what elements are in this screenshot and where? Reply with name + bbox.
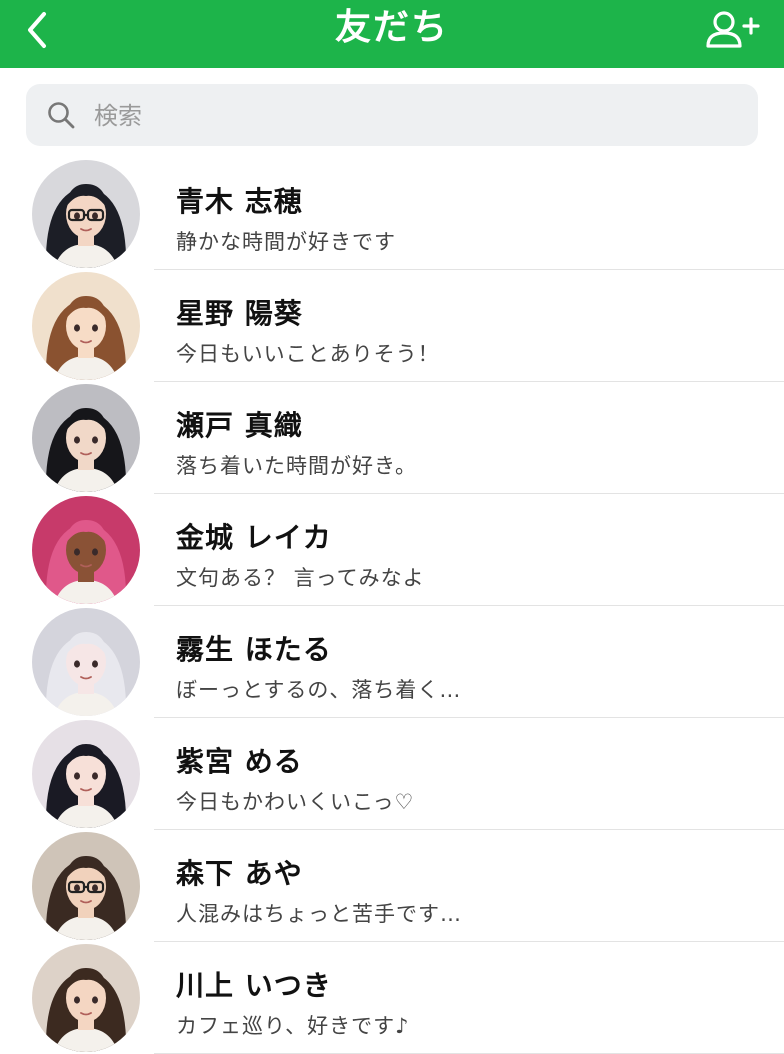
avatar[interactable] <box>32 720 140 828</box>
friend-name: 森下 あや <box>176 857 303 890</box>
friend-row[interactable]: 金城 レイカ文句ある？ 言ってみなよ <box>0 494 784 606</box>
friend-status-message: カフェ巡り、好きです♪ <box>176 1014 410 1038</box>
search-icon <box>48 102 75 129</box>
avatar[interactable] <box>32 160 140 268</box>
friend-name: 青木 志穂 <box>176 185 303 218</box>
avatar[interactable] <box>32 496 140 604</box>
friend-row[interactable]: 霧生 ほたるぼーっとするの、落ち着く… <box>0 606 784 718</box>
friend-row[interactable]: 星野 陽葵今日もいいことありそう！ <box>0 270 784 382</box>
friend-status-message: 今日もかわいくいこっ♡ <box>176 790 415 814</box>
avatar[interactable] <box>32 832 140 940</box>
add-friend-icon <box>706 11 760 48</box>
friend-status-message: 落ち着いた時間が好き。 <box>176 454 417 478</box>
friend-status-message: 文句ある？ 言ってみなよ <box>176 566 425 590</box>
search-input[interactable] <box>92 84 696 148</box>
avatar[interactable] <box>32 608 140 716</box>
friend-name: 紫宮 める <box>176 745 303 778</box>
friend-row[interactable]: 青木 志穂静かな時間が好きです <box>0 158 784 270</box>
friend-row[interactable]: 紫宮 める今日もかわいくいこっ♡ <box>0 718 784 830</box>
search-bar[interactable] <box>26 84 758 148</box>
friend-status-message: 人混みはちょっと苦手です… <box>176 902 462 926</box>
app-header: 友だち <box>0 0 784 68</box>
avatar[interactable] <box>32 944 140 1052</box>
friend-row[interactable]: 川上 いつきカフェ巡り、好きです♪ <box>0 942 784 1054</box>
friend-list: 青木 志穂 静かな時間が好きです 星野 陽葵 今日もいいことありそう！ 瀬戸 真… <box>0 158 784 1054</box>
friend-name: 星野 陽葵 <box>176 297 303 330</box>
friend-name: 川上 いつき <box>176 969 332 1002</box>
avatar[interactable] <box>32 384 140 492</box>
friend-status-message: 静かな時間が好きです <box>176 230 396 254</box>
friend-row[interactable]: 森下 あや人混みはちょっと苦手です… <box>0 830 784 942</box>
add-friend-button[interactable] <box>704 6 760 54</box>
friend-status-message: 今日もいいことありそう！ <box>176 342 440 366</box>
friend-name: 霧生 ほたる <box>176 633 332 666</box>
friend-name: 金城 レイカ <box>176 521 332 554</box>
avatar[interactable] <box>32 272 140 380</box>
friend-row[interactable]: 瀬戸 真織落ち着いた時間が好き。 <box>0 382 784 494</box>
page-title: 友だち <box>334 7 449 48</box>
friend-name: 瀬戸 真織 <box>176 409 303 442</box>
friend-status-message: ぼーっとするの、落ち着く… <box>176 678 462 702</box>
